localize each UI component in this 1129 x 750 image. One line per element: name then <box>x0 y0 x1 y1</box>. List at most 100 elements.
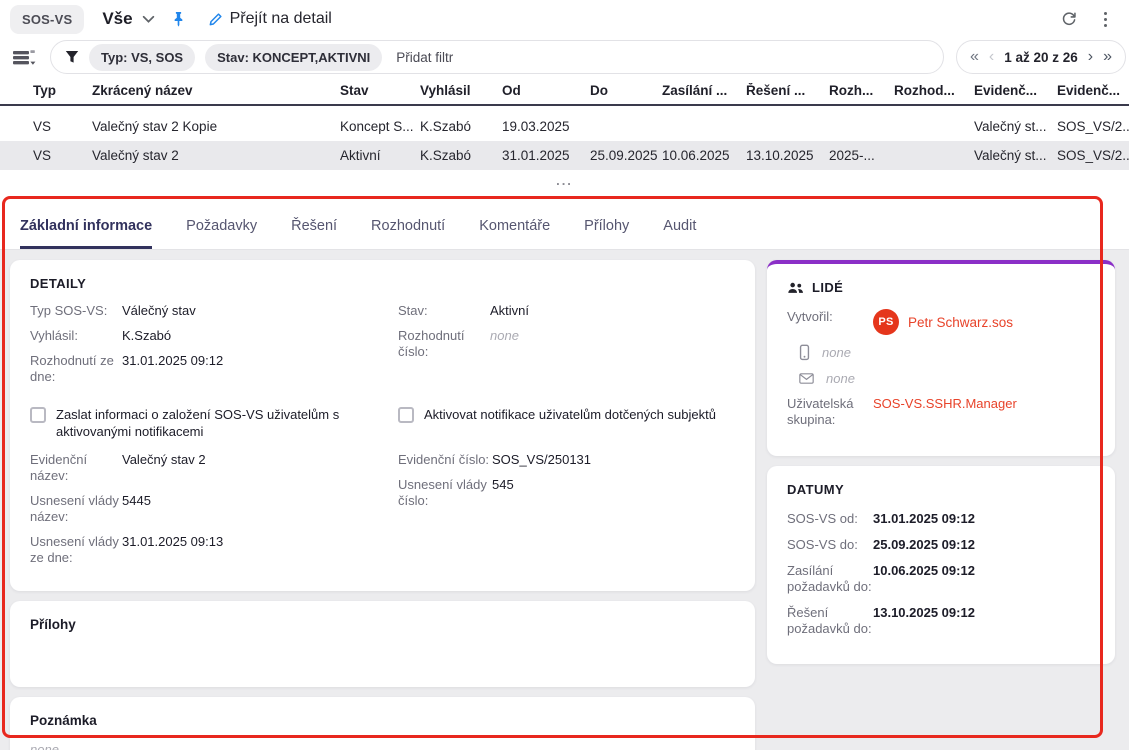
field-sos-vs-od: SOS-VS od: 31.01.2025 09:12 <box>787 511 1095 527</box>
detail-panel: Základní informace Požadavky Řešení Rozh… <box>0 204 1129 750</box>
cell-zkraceny-nazev: Valečný stav 2 <box>92 148 340 163</box>
column-header-evidenc-1[interactable]: Evidenč... <box>974 83 1057 98</box>
tab-prilohy[interactable]: Přílohy <box>584 204 629 249</box>
note-card-title: Poznámka <box>30 713 735 728</box>
refresh-icon[interactable] <box>1060 10 1078 28</box>
cell-zasilani: 10.06.2025 <box>662 148 746 163</box>
cell-vyhlasil: K.Szabó <box>420 119 502 134</box>
tab-komentare[interactable]: Komentáře <box>479 204 550 249</box>
top-bar: SOS-VS Vše Přejít na detail <box>0 0 1129 38</box>
top-bar-actions <box>1060 10 1115 29</box>
view-selector-label: Vše <box>102 9 132 29</box>
cell-evidenc-2: SOS_VS/2... <box>1057 119 1129 134</box>
table-more-row: ... <box>0 170 1129 192</box>
checkbox-icon[interactable] <box>30 407 46 423</box>
field-evidencni-cislo: Evidenční číslo: SOS_VS/250131 <box>398 452 735 468</box>
phone-value: none <box>822 345 851 360</box>
app-window: SOS-VS Vše Přejít na detail <box>0 0 1129 750</box>
column-header-stav[interactable]: Stav <box>340 83 420 98</box>
note-value: none <box>30 742 735 750</box>
field-usneseni-vlady-ze-dne: Usnesení vlády ze dne: 31.01.2025 09:13 <box>30 534 386 566</box>
pagination-first-icon[interactable]: « <box>970 49 979 65</box>
table-row[interactable]: VS Valečný stav 2 Kopie Koncept S... K.S… <box>0 112 1129 141</box>
filter-input-container[interactable]: Typ: VS, SOS Stav: KONCEPT,AKTIVNI <box>50 40 944 74</box>
expand-rows-button[interactable]: ... <box>556 178 573 184</box>
goto-detail-label: Přejít na detail <box>230 10 332 28</box>
column-header-reseni[interactable]: Řešení ... <box>746 83 829 98</box>
avatar: PS <box>873 309 899 335</box>
user-group-row: Uživatelská skupina: SOS-VS.SSHR.Manager <box>787 396 1095 428</box>
created-by-row: Vytvořil: PS Petr Schwarz.sos <box>787 309 1095 335</box>
tab-pozadavky[interactable]: Požadavky <box>186 204 257 249</box>
cell-vyhlasil: K.Szabó <box>420 148 502 163</box>
field-rozhodnuti-ze-dne: Rozhodnutí ze dne: 31.01.2025 09:12 <box>30 353 386 385</box>
add-filter-input[interactable] <box>396 50 931 65</box>
field-usneseni-vlady-cislo: Usnesení vlády číslo: 545 <box>398 477 735 509</box>
tab-rozhodnuti[interactable]: Rozhodnutí <box>371 204 445 249</box>
column-header-do[interactable]: Do <box>590 83 662 98</box>
cell-evidenc-1: Valečný st... <box>974 119 1057 134</box>
funnel-icon <box>65 50 79 64</box>
field-vyhlasil: Vyhlásil: K.Szabó <box>30 328 386 344</box>
filter-chip-stav[interactable]: Stav: KONCEPT,AKTIVNI <box>205 44 382 71</box>
field-reseni-pozadavku-do: Řešení požadavků do: 13.10.2025 09:12 <box>787 605 1095 637</box>
checkbox-icon[interactable] <box>398 407 414 423</box>
field-typ-sos-vs: Typ SOS-VS: Válečný stav <box>30 303 386 319</box>
kebab-menu-icon[interactable] <box>1098 10 1113 29</box>
column-header-typ[interactable]: Typ <box>33 83 92 98</box>
filter-chip-typ[interactable]: Typ: VS, SOS <box>89 44 195 71</box>
cell-evidenc-1: Valečný st... <box>974 148 1057 163</box>
cell-typ: VS <box>33 119 92 134</box>
edit-pencil-icon <box>208 12 223 27</box>
tab-zakladni-informace[interactable]: Základní informace <box>20 204 152 249</box>
column-header-rozh[interactable]: Rozh... <box>829 83 894 98</box>
people-icon <box>787 281 804 295</box>
email-value: none <box>826 371 855 386</box>
checkbox-zaslat-informaci[interactable]: Zaslat informaci o založení SOS-VS uživa… <box>30 406 386 440</box>
table-settings-icon[interactable] <box>12 48 36 67</box>
cell-reseni: 13.10.2025 <box>746 148 829 163</box>
column-header-vyhlasil[interactable]: Vyhlásil <box>420 83 502 98</box>
cell-stav: Koncept S... <box>340 119 420 134</box>
chevron-down-icon <box>142 15 155 24</box>
pagination-next-icon[interactable]: › <box>1088 49 1093 65</box>
cell-typ: VS <box>33 148 92 163</box>
cell-stav: Aktivní <box>340 148 420 163</box>
email-icon <box>799 372 814 385</box>
created-by-user-link[interactable]: Petr Schwarz.sos <box>908 315 1013 330</box>
column-header-evidenc-2[interactable]: Evidenč... <box>1057 83 1129 98</box>
table-row-selected[interactable]: VS Valečný stav 2 Aktivní K.Szabó 31.01.… <box>0 141 1129 170</box>
cell-do: 25.09.2025 <box>590 148 662 163</box>
field-rozhodnuti-cislo: Rozhodnutí číslo: none <box>398 328 735 360</box>
people-card-title: LIDÉ <box>812 280 843 295</box>
checkbox-aktivovat-notifikace[interactable]: Aktivovat notifikace uživatelům dotčenýc… <box>398 406 735 440</box>
field-sos-vs-do: SOS-VS do: 25.09.2025 09:12 <box>787 537 1095 553</box>
view-selector-dropdown[interactable]: Vše <box>102 9 154 29</box>
cell-od: 31.01.2025 <box>502 148 590 163</box>
pagination-last-icon[interactable]: » <box>1103 49 1112 65</box>
email-row: none <box>799 371 1095 386</box>
details-card-title: DETAILY <box>30 276 735 291</box>
column-header-od[interactable]: Od <box>502 83 590 98</box>
cell-zkraceny-nazev: Valečný stav 2 Kopie <box>92 119 340 134</box>
column-header-zasilani[interactable]: Zasílání ... <box>662 83 746 98</box>
pin-icon[interactable] <box>171 11 186 27</box>
app-badge[interactable]: SOS-VS <box>10 5 84 34</box>
attachments-card-title: Přílohy <box>30 617 735 632</box>
dates-card-title: DATUMY <box>787 482 1095 497</box>
goto-detail-link[interactable]: Přejít na detail <box>208 10 332 28</box>
table-header-row: Typ Zkrácený název Stav Vyhlásil Od Do Z… <box>0 76 1129 106</box>
field-zasilani-pozadavku-do: Zasílání požadavků do: 10.06.2025 09:12 <box>787 563 1095 595</box>
field-stav: Stav: Aktivní <box>398 303 735 319</box>
details-card: DETAILY Typ SOS-VS: Válečný stav Vyhlási… <box>10 260 755 591</box>
cell-rozh: 2025-... <box>829 148 894 163</box>
tab-audit[interactable]: Audit <box>663 204 696 249</box>
tab-reseni[interactable]: Řešení <box>291 204 337 249</box>
pagination-prev-icon[interactable]: ‹ <box>989 49 994 65</box>
pagination-range-label: 1 až 20 z 26 <box>1004 50 1078 65</box>
user-group-link[interactable]: SOS-VS.SSHR.Manager <box>873 396 1017 411</box>
attachments-card: Přílohy <box>10 601 755 687</box>
detail-tabs: Základní informace Požadavky Řešení Rozh… <box>0 204 1129 250</box>
column-header-zkraceny-nazev[interactable]: Zkrácený název <box>92 83 340 98</box>
column-header-rozhod[interactable]: Rozhod... <box>894 83 974 98</box>
